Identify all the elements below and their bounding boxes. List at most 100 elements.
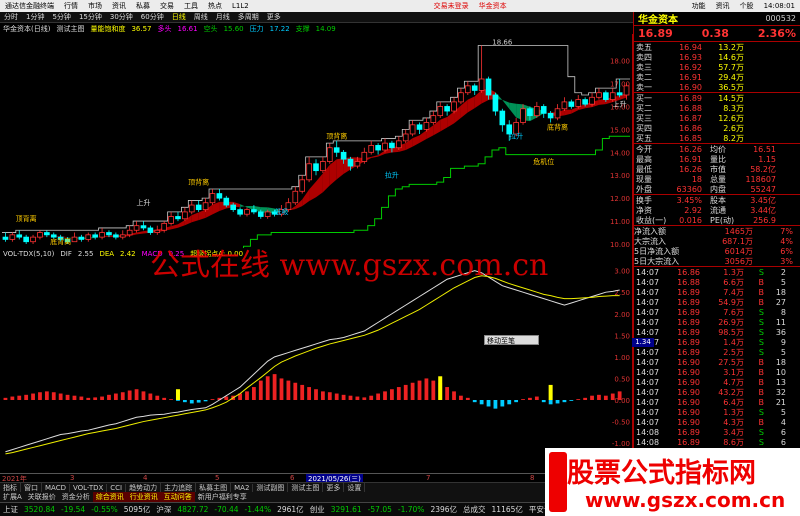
- period-tab[interactable]: 1分钟: [22, 12, 48, 22]
- login-notice[interactable]: 交易未登录: [429, 1, 474, 11]
- function-button[interactable]: 功能: [687, 1, 711, 11]
- tick-row[interactable]: 14:07 16.89 7.6万 S 8: [634, 307, 800, 317]
- tick-row[interactable]: 14:07 16.89 2.5万 S 5: [634, 347, 800, 357]
- tick-list[interactable]: 14:07 16.86 1.3万 S 2 14:07 16.88 6.6万 B 5 14:07 16.…: [634, 267, 800, 447]
- indicator-tab[interactable]: 私募主图: [196, 482, 232, 493]
- tick-price: 16.86: [677, 267, 700, 277]
- bottom-tab[interactable]: 资金分析: [59, 492, 93, 502]
- period-tab[interactable]: 月线: [212, 12, 234, 22]
- bottom-divergence-label: 底背离: [547, 122, 568, 131]
- tick-count: 5: [780, 277, 786, 287]
- candle-body: [547, 112, 554, 119]
- index-name[interactable]: 上证: [0, 504, 21, 515]
- menu-item-trade[interactable]: 交易: [155, 1, 179, 11]
- tick-volume: 8.6万: [723, 437, 744, 447]
- candle-body: [126, 229, 133, 236]
- menu-item-news[interactable]: 资讯: [107, 1, 131, 11]
- broker-name: 华金资本: [478, 2, 507, 10]
- tick-row[interactable]: 14:07 16.89 7.4万 B 18: [634, 287, 800, 297]
- period-tab[interactable]: 5分钟: [48, 12, 74, 22]
- indicator-tab[interactable]: 窗口: [21, 482, 42, 493]
- period-tab[interactable]: 30分钟: [106, 12, 137, 22]
- stock-button[interactable]: 个股: [735, 1, 759, 11]
- period-tab[interactable]: 周线: [190, 12, 212, 22]
- total-volume: 11165亿: [491, 505, 523, 514]
- bottom-tab[interactable]: 扩展A: [0, 492, 25, 502]
- bottom-tab[interactable]: 互动问答: [160, 492, 195, 502]
- tick-row[interactable]: 14:07 16.90 6.4万 B 21: [634, 397, 800, 407]
- menu-item-tools[interactable]: 工具: [179, 1, 203, 11]
- menu-item-hot[interactable]: 热点: [203, 1, 227, 11]
- menu-item-market[interactable]: 行情: [59, 1, 83, 11]
- indicator-tab[interactable]: 更多: [323, 482, 345, 493]
- tick-row[interactable]: 14:07 16.89 54.9万 B 27: [634, 297, 800, 307]
- candlestick-chart[interactable]: 18.0017.0016.0015.0014.0013.0012.0011.00…: [0, 34, 632, 248]
- indicator-tab[interactable]: MACD: [42, 483, 70, 492]
- draw-tool-popup[interactable]: 移动至笔: [484, 335, 539, 345]
- stat-value: 118607: [745, 174, 776, 184]
- index-pct: -1.44%: [244, 505, 272, 514]
- bottom-tab[interactable]: 综合资讯: [92, 492, 127, 502]
- chart-formula[interactable]: 测试主图: [53, 24, 87, 34]
- tick-side: B: [758, 367, 765, 377]
- tick-time: 14:07: [636, 377, 660, 387]
- bottom-tab[interactable]: 新用户福利专享: [195, 492, 250, 502]
- period-tab[interactable]: 更多: [263, 12, 285, 22]
- tick-row[interactable]: 14:08 16.89 8.6万 S 6: [634, 437, 800, 447]
- ask-row[interactable]: 卖一 16.90 36.5万: [634, 82, 800, 92]
- tick-row[interactable]: 14:07 16.88 6.6万 B 5: [634, 277, 800, 287]
- indicator-tab[interactable]: 设置: [344, 482, 366, 493]
- candle-body: [527, 108, 533, 117]
- tick-row[interactable]: 14:07 16.90 27.5万 B 18: [634, 357, 800, 367]
- period-tab[interactable]: 多周期: [234, 12, 263, 22]
- stat-value: 2.92: [684, 205, 702, 215]
- bid-row[interactable]: 买三 16.87 12.6万: [634, 113, 800, 123]
- bid-row[interactable]: 买四 16.86 2.6万: [634, 123, 800, 133]
- bottom-tab[interactable]: 行业资讯: [126, 492, 161, 502]
- bid-row[interactable]: 买二 16.88 8.3万: [634, 103, 800, 113]
- candle-body: [589, 96, 595, 105]
- bid-row[interactable]: 买五 16.85 8.2万: [634, 133, 800, 143]
- tick-row[interactable]: 14:07 16.89 98.5万 S 36: [634, 327, 800, 337]
- tick-time: 14:07: [636, 407, 660, 417]
- indicator-tab[interactable]: 趋势动力: [126, 482, 162, 493]
- stat-label: 外盘: [636, 184, 652, 194]
- tick-row[interactable]: 14:0716.891.4万S9: [634, 337, 800, 347]
- candle-body: [616, 92, 623, 96]
- tick-row[interactable]: 14:07 16.90 4.7万 B 13: [634, 377, 800, 387]
- news-button[interactable]: 资讯: [711, 1, 735, 11]
- indicator-tab[interactable]: 主力追踪: [161, 482, 197, 493]
- tick-row[interactable]: 14:07 16.90 4.3万 B 4: [634, 417, 800, 427]
- period-tab[interactable]: 15分钟: [75, 12, 106, 22]
- index-name[interactable]: 创业: [307, 504, 328, 515]
- ask-row[interactable]: 卖四 16.93 14.6万: [634, 52, 800, 62]
- indicator-tab[interactable]: VOL-TDX: [70, 483, 108, 492]
- macd-chart[interactable]: 3.002.502.001.501.000.500.00-0.50-1.00-1…: [0, 258, 632, 473]
- indicator-tab[interactable]: 测试副图: [253, 482, 289, 493]
- tick-row[interactable]: 14:07 16.90 43.2万 B 32: [634, 387, 800, 397]
- menu-item-private[interactable]: 私募: [131, 1, 155, 11]
- tick-row[interactable]: 14:07 16.90 3.1万 B 10: [634, 367, 800, 377]
- index-name[interactable]: 沪深: [153, 504, 174, 515]
- sub-indicator-name[interactable]: VOL-TDX(5,10): [0, 250, 57, 258]
- period-tab[interactable]: 分时: [0, 12, 22, 22]
- tick-row[interactable]: 14:07 16.89 26.9万 S 11: [634, 317, 800, 327]
- indicator-tab[interactable]: MA2: [231, 483, 254, 492]
- period-tab[interactable]: 日线: [168, 12, 190, 22]
- bid-row[interactable]: 买一 16.89 14.5万: [634, 93, 800, 103]
- bottom-tab[interactable]: 关联报价: [25, 492, 59, 502]
- indicator-tab[interactable]: 指标: [0, 482, 21, 493]
- tick-row[interactable]: 14:07 16.90 1.3万 S 5: [634, 407, 800, 417]
- tick-row[interactable]: 14:07 16.86 1.3万 S 2: [634, 267, 800, 277]
- candle-body: [264, 211, 271, 217]
- tick-side: B: [758, 417, 765, 427]
- ask-row[interactable]: 卖三 16.92 57.7万: [634, 62, 800, 72]
- menu-item-l1l2[interactable]: L1L2: [227, 2, 254, 10]
- indicator-tab[interactable]: CCI: [107, 483, 127, 492]
- menu-item-markets[interactable]: 市场: [83, 1, 107, 11]
- ask-row[interactable]: 卖二 16.91 29.4万: [634, 72, 800, 82]
- tick-row[interactable]: 14:08 16.89 3.4万 S 6: [634, 427, 800, 437]
- indicator-tab[interactable]: 测试主图: [288, 482, 324, 493]
- period-tab[interactable]: 60分钟: [137, 12, 168, 22]
- ask-row[interactable]: 卖五 16.94 13.2万: [634, 42, 800, 52]
